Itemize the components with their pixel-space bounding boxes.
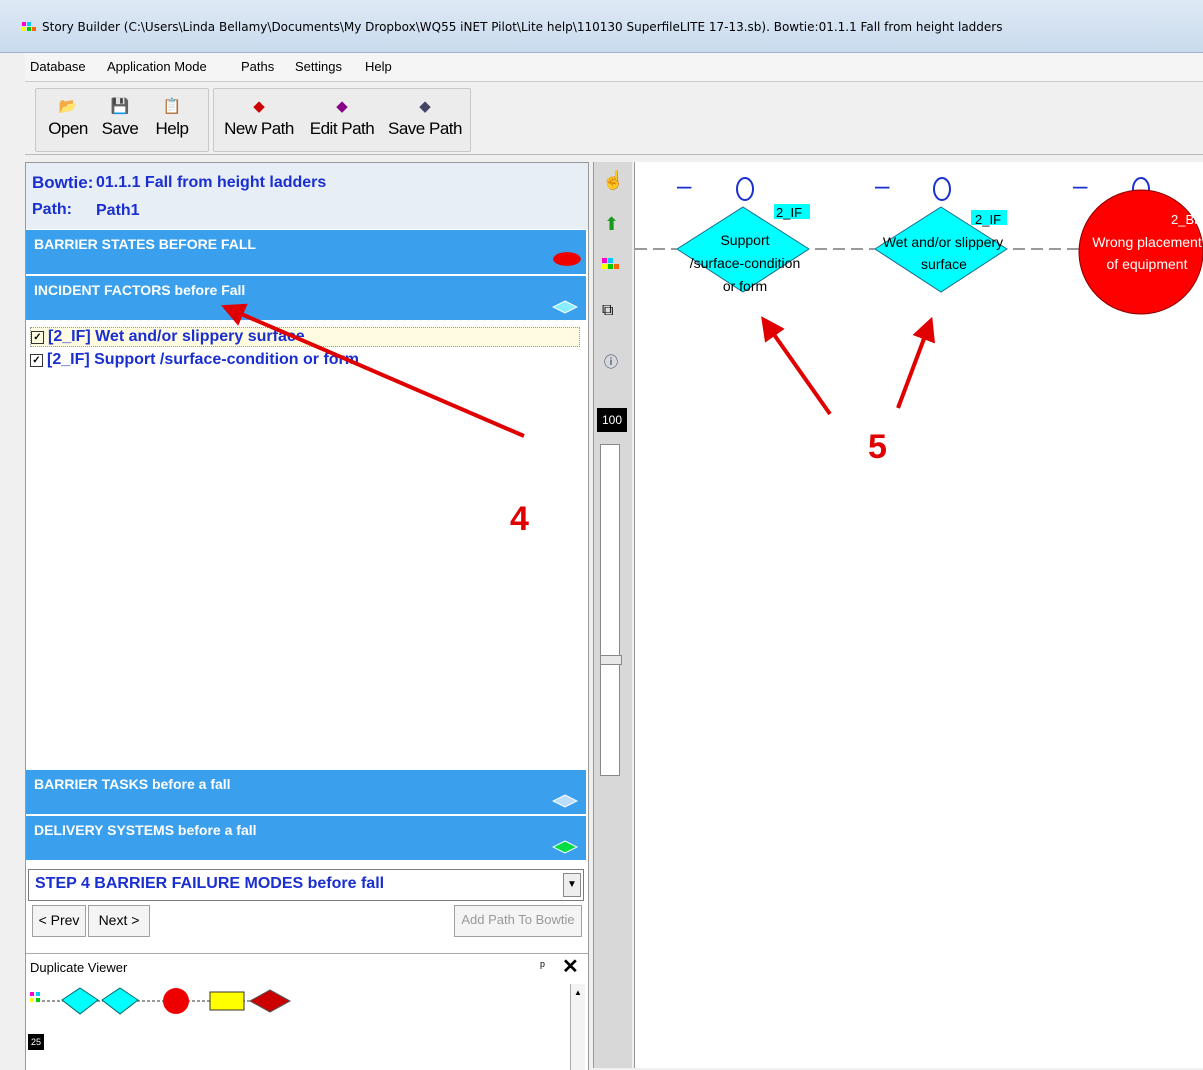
- duplicate-thumbnail[interactable]: [28, 984, 298, 1020]
- step-select[interactable]: STEP 4 BARRIER FAILURE MODES before fall…: [28, 869, 584, 901]
- bowtie-header: Bowtie: 01.1.1 Fall from height ladders …: [26, 163, 588, 229]
- node-wrong-placement[interactable]: – 2_BFM Wrong placement of equipment: [1073, 170, 1203, 315]
- menu-paths[interactable]: Paths: [241, 59, 274, 74]
- menu-application-mode[interactable]: Application Mode: [107, 59, 207, 74]
- book-red-icon: ◆: [253, 98, 265, 115]
- svg-text:–: –: [875, 170, 890, 200]
- open-button[interactable]: 📂 Open: [44, 97, 92, 139]
- prev-button[interactable]: < Prev: [32, 905, 86, 937]
- title-bar: Story Builder (C:\Users\Linda Bellamy\Do…: [0, 0, 1203, 53]
- bowtie-diagram: – 2_IF Support /surface-condition or for…: [635, 170, 1203, 315]
- path-value: Path1: [96, 202, 140, 219]
- menu-database[interactable]: Database: [30, 59, 86, 74]
- section-incident-factors[interactable]: INCIDENT FACTORS before Fall: [26, 275, 586, 320]
- node-tag: 2_IF: [975, 212, 1001, 227]
- menu-settings[interactable]: Settings: [295, 59, 342, 74]
- copy-icon[interactable]: ⧉: [602, 302, 613, 320]
- next-button[interactable]: Next >: [88, 905, 150, 937]
- path-toolbar-group: ◆ New Path ◆ Edit Path ◆ Save Path: [213, 88, 471, 152]
- blue-diamond-icon: [552, 794, 578, 808]
- multicolor-icon[interactable]: [602, 258, 620, 274]
- book-purple-icon: ◆: [336, 98, 348, 115]
- new-path-button[interactable]: ◆ New Path: [218, 97, 300, 139]
- svg-text:Wrong placement: Wrong placement: [1092, 234, 1202, 250]
- scrollbar[interactable]: ▲: [570, 984, 585, 1070]
- arrow-up-icon[interactable]: ⬆: [604, 214, 619, 235]
- save-button[interactable]: 💾 Save: [96, 97, 144, 139]
- red-ellipse-icon: [553, 252, 581, 266]
- green-diamond-icon: [552, 840, 578, 854]
- menu-bar: Database Application Mode Paths Settings…: [25, 53, 1203, 82]
- save-path-button[interactable]: ◆ Save Path: [384, 97, 466, 139]
- help-button[interactable]: 📋 Help: [148, 97, 196, 139]
- svg-text:–: –: [1073, 170, 1088, 200]
- bowtie-label: Bowtie:: [32, 173, 94, 192]
- svg-text:or form: or form: [723, 278, 767, 294]
- svg-text:of equipment: of equipment: [1107, 256, 1188, 272]
- add-path-button[interactable]: Add Path To Bowtie: [454, 905, 582, 937]
- duplicate-viewer: Duplicate Viewer ᵖ ✕ 25 ▲: [26, 953, 588, 1070]
- chevron-down-icon[interactable]: ▼: [563, 873, 581, 897]
- clipboard-icon: 📋: [162, 98, 182, 115]
- section-barrier-states[interactable]: BARRIER STATES BEFORE FALL: [26, 229, 586, 274]
- svg-text:Wet and/or slippery: Wet and/or slippery: [883, 234, 1003, 250]
- info-icon[interactable]: ⓘ: [604, 352, 618, 372]
- app-icon: [22, 22, 36, 31]
- annotation-number-5: 5: [868, 428, 887, 466]
- incident-factor-list: ✓ [2_IF] Wet and/or slippery surface ✓ [2_…: [26, 321, 586, 771]
- hand-icon[interactable]: ☝: [602, 170, 624, 191]
- cyan-diamond-icon: [552, 300, 578, 314]
- checkbox[interactable]: ✓: [30, 354, 43, 367]
- bowtie-value: 01.1.1 Fall from height ladders: [96, 174, 327, 191]
- left-panel: Bowtie: 01.1.1 Fall from height ladders …: [25, 162, 589, 1070]
- section-barrier-tasks[interactable]: BARRIER TASKS before a fall: [26, 769, 586, 814]
- list-item[interactable]: ✓ [2_IF] Wet and/or slippery surface: [30, 327, 580, 347]
- folder-open-icon: 📂: [58, 98, 78, 115]
- zoom-readout: 100: [597, 408, 627, 432]
- floppy-icon: 💾: [110, 98, 130, 115]
- checkbox[interactable]: ✓: [31, 331, 44, 344]
- edit-path-button[interactable]: ◆ Edit Path: [302, 97, 382, 139]
- nav-buttons: < Prev Next > Add Path To Bowtie: [28, 905, 584, 937]
- node-tag: 2_BFM: [1171, 212, 1203, 227]
- menu-help[interactable]: Help: [365, 59, 392, 74]
- chevron-up-icon[interactable]: ▲: [574, 988, 582, 997]
- svg-text:Support: Support: [720, 232, 769, 248]
- window-title: Story Builder (C:\Users\Linda Bellamy\Do…: [42, 20, 1003, 34]
- node-tag: 2_IF: [776, 205, 802, 220]
- close-icon[interactable]: ✕: [562, 954, 579, 979]
- zoom-slider[interactable]: [600, 444, 622, 776]
- svg-text:–: –: [677, 170, 692, 200]
- annotation-number-4: 4: [510, 500, 529, 538]
- zoom-slider-thumb[interactable]: [600, 655, 622, 665]
- svg-text:/surface-condition: /surface-condition: [690, 255, 801, 271]
- duplicate-viewer-title: Duplicate Viewer: [30, 960, 128, 975]
- toolbar: 📂 Open 💾 Save 📋 Help ◆ New Path ◆ Edit P…: [25, 84, 1203, 155]
- list-item[interactable]: ✓ [2_IF] Support /surface-condition or fo…: [30, 351, 359, 369]
- section-delivery-systems[interactable]: DELIVERY SYSTEMS before a fall: [26, 815, 586, 860]
- dup-zoom-readout: 25: [28, 1034, 44, 1050]
- book-gray-icon: ◆: [419, 98, 431, 115]
- pin-icon[interactable]: ᵖ: [540, 958, 545, 973]
- node-support-surface[interactable]: – 2_IF Support /surface-condition or for…: [676, 170, 810, 294]
- bowtie-canvas[interactable]: – 2_IF Support /surface-condition or for…: [634, 162, 1203, 1068]
- vertical-toolbar: ☝ ⬆ ⧉ ⓘ 100: [593, 162, 632, 1068]
- file-toolbar-group: 📂 Open 💾 Save 📋 Help: [35, 88, 209, 152]
- svg-text:surface: surface: [921, 256, 967, 272]
- node-wet-slippery[interactable]: – 2_IF Wet and/or slippery surface: [874, 170, 1008, 293]
- path-label: Path:: [32, 201, 72, 218]
